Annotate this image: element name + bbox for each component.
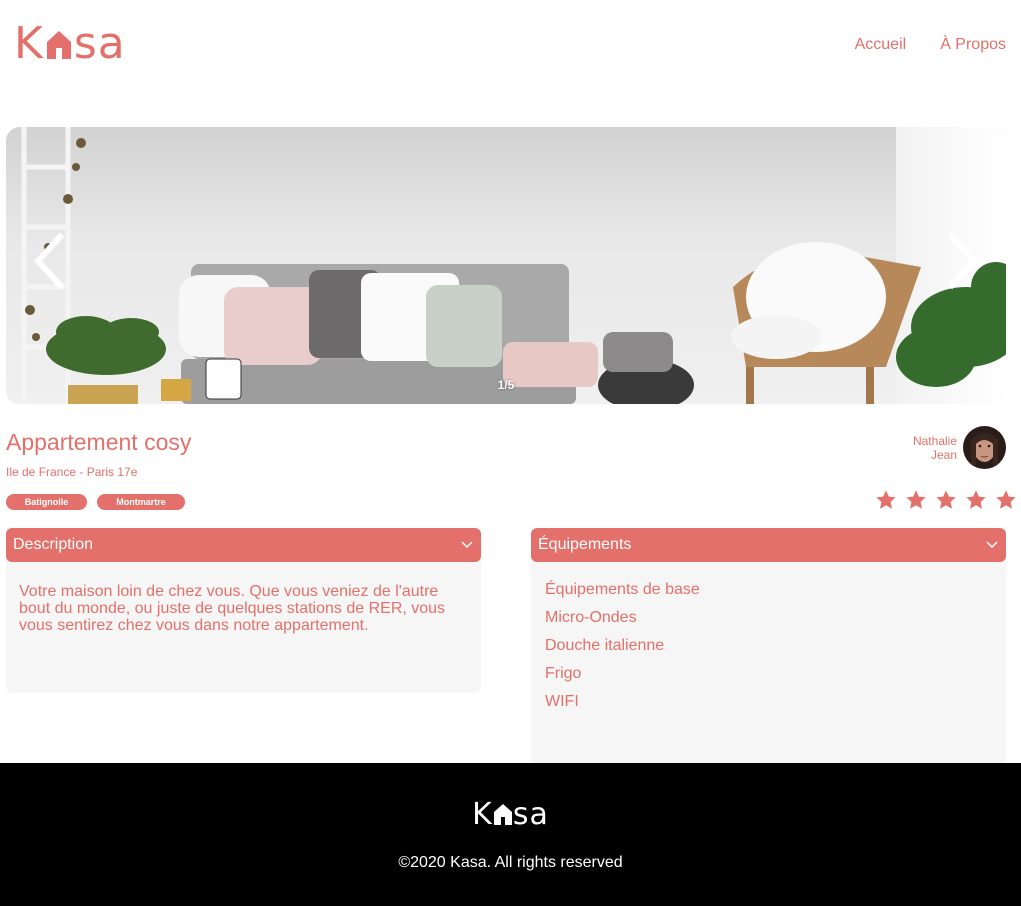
equipments-content: Équipements de base Micro-Ondes Douche i… [531, 558, 1006, 765]
star-filled-icon [936, 490, 956, 509]
list-item: Micro-Ondes [545, 609, 637, 626]
star-filled-icon [966, 490, 986, 509]
description-toggle[interactable]: Description [6, 528, 481, 562]
equipments-label: Équipements [538, 536, 632, 553]
tag: Montmartre [97, 494, 185, 510]
carousel-image [6, 127, 1006, 404]
avatar [963, 426, 1006, 469]
star-filled-icon [906, 490, 926, 509]
list-item: Frigo [545, 665, 582, 682]
listing-location: Ile de France - Paris 17e [6, 465, 138, 479]
logo-letters-sa: sa [73, 18, 126, 69]
list-item: Équipements de base [545, 581, 700, 598]
logo-letter-k: K [472, 796, 493, 832]
footer: K sa ©2020 Kasa. All rights reserved [0, 763, 1021, 906]
copyright-text: ©2020 Kasa. All rights reserved [398, 854, 623, 871]
nav-home-link[interactable]: Accueil [855, 36, 907, 54]
equipments-toggle[interactable]: Équipements [531, 528, 1006, 562]
logo-letters-sa: sa [512, 796, 549, 832]
house-icon [46, 31, 71, 59]
nav-about-link[interactable]: À Propos [940, 36, 1006, 54]
footer-logo: K sa [0, 796, 1021, 832]
chevron-down-icon [986, 541, 998, 549]
house-icon [493, 804, 512, 825]
tag: Batignolle [6, 494, 87, 510]
description-collapse: Description Votre maison loin de chez vo… [6, 528, 481, 693]
listing-title: Appartement cosy [6, 429, 192, 455]
header: K sa Accueil À Propos [0, 0, 1021, 100]
host-name: Nathalie Jean [913, 434, 957, 462]
list-item: WIFI [545, 693, 579, 710]
host-info: Nathalie Jean [913, 426, 1006, 469]
list-item: Douche italienne [545, 637, 665, 654]
previous-arrow-icon[interactable] [30, 231, 70, 291]
description-label: Description [13, 536, 94, 553]
equipments-list: Équipements de base Micro-Ondes Douche i… [545, 576, 992, 716]
description-text: Votre maison loin de chez vous. Que vous… [19, 583, 446, 634]
star-filled-icon [996, 490, 1016, 509]
kasa-logo[interactable]: K sa [14, 22, 126, 66]
host-last-name: Jean [930, 447, 957, 462]
rating-stars [875, 489, 1017, 511]
tag-list: Batignolle Montmartre [6, 494, 185, 510]
equipments-collapse: Équipements Équipements de base Micro-On… [531, 528, 1006, 765]
next-arrow-icon[interactable] [942, 231, 982, 291]
chevron-down-icon [461, 541, 473, 549]
description-content: Votre maison loin de chez vous. Que vous… [6, 558, 481, 693]
star-filled-icon [876, 490, 896, 509]
logo-letter-k: K [14, 18, 44, 69]
host-first-name: Nathalie [912, 433, 957, 448]
main-nav: Accueil À Propos [855, 36, 1006, 54]
image-carousel: 1/5 [6, 127, 1006, 404]
carousel-counter: 1/5 [497, 378, 515, 392]
